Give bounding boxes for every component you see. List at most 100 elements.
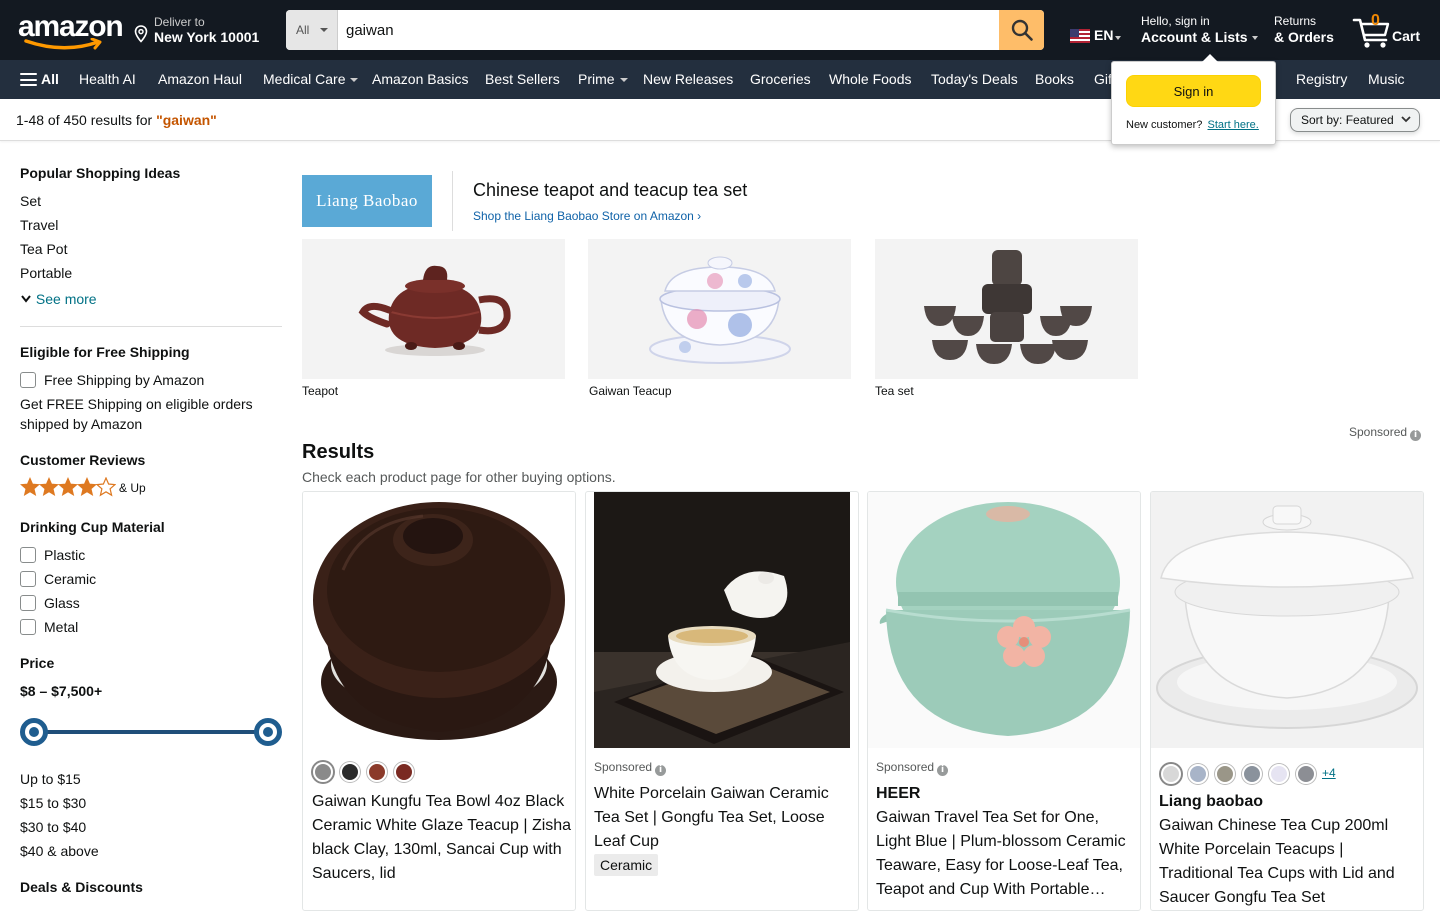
free-shipping-label[interactable]: Free Shipping by Amazon bbox=[44, 372, 204, 388]
nav-gift[interactable]: Gif bbox=[1094, 71, 1112, 87]
teapot-image bbox=[358, 265, 511, 356]
price-bucket-40-up[interactable]: $40 & above bbox=[20, 843, 99, 859]
info-icon[interactable]: i bbox=[1410, 430, 1422, 441]
popular-item-portable[interactable]: Portable bbox=[20, 265, 72, 281]
popular-item-travel[interactable]: Travel bbox=[20, 217, 58, 233]
language-code: EN bbox=[1094, 27, 1114, 43]
color-swatch[interactable] bbox=[340, 762, 360, 782]
price-slider-max-handle[interactable] bbox=[254, 718, 282, 746]
nav-medical-care[interactable]: Medical Care bbox=[263, 71, 359, 87]
color-swatch[interactable] bbox=[1161, 764, 1181, 784]
search-input[interactable] bbox=[338, 10, 998, 50]
info-icon[interactable]: i bbox=[655, 765, 667, 776]
returns-orders[interactable]: Returns & Orders bbox=[1274, 14, 1334, 45]
sponsored-text: Sponsored bbox=[1349, 425, 1408, 439]
color-swatch[interactable] bbox=[313, 762, 333, 782]
color-swatch[interactable] bbox=[1242, 764, 1262, 784]
color-swatch[interactable] bbox=[1188, 764, 1208, 784]
popular-item-tea-pot[interactable]: Tea Pot bbox=[20, 241, 67, 257]
color-swatch[interactable] bbox=[367, 762, 387, 782]
cart-button[interactable]: 0 Cart bbox=[1352, 12, 1432, 52]
price-range-value: $8 – $7,500+ bbox=[20, 683, 103, 699]
search-department-select[interactable]: All bbox=[286, 10, 338, 50]
price-slider-track[interactable] bbox=[34, 730, 268, 734]
nav-music[interactable]: Music bbox=[1368, 71, 1405, 87]
results-subheading: Check each product page for other buying… bbox=[302, 469, 616, 485]
product-card[interactable]: Sponsored i White Porcelain Gaiwan Cerami… bbox=[585, 491, 859, 911]
product-title[interactable]: White Porcelain Gaiwan Ceramic Tea Set |… bbox=[594, 782, 856, 854]
sponsored-label: Sponsored i bbox=[876, 760, 949, 776]
hamburger-menu-icon[interactable] bbox=[20, 73, 37, 86]
sort-dropdown[interactable]: Sort by: Featured bbox=[1290, 108, 1420, 132]
product-tag: Ceramic bbox=[594, 854, 659, 876]
nav-todays-deals[interactable]: Today's Deals bbox=[931, 71, 1018, 87]
material-ceramic-checkbox[interactable] bbox=[20, 571, 36, 587]
product-card[interactable]: Gaiwan Kungfu Tea Bowl 4oz Black Ceramic… bbox=[302, 491, 576, 911]
chevron-down-icon bbox=[350, 78, 359, 83]
color-swatch[interactable] bbox=[1215, 764, 1235, 784]
brand-logo[interactable]: Liang Baobao bbox=[302, 175, 432, 227]
material-glass-checkbox[interactable] bbox=[20, 595, 36, 611]
info-icon[interactable]: i bbox=[937, 765, 949, 776]
account-menu[interactable]: Hello, sign in Account & Lists bbox=[1141, 14, 1258, 45]
price-bucket-up-to-15[interactable]: Up to $15 bbox=[20, 771, 81, 787]
product-title[interactable]: Gaiwan Chinese Tea Cup 200ml White Porce… bbox=[1159, 814, 1421, 910]
material-plastic-checkbox[interactable] bbox=[20, 547, 36, 563]
nav-groceries[interactable]: Groceries bbox=[750, 71, 811, 87]
amazon-logo[interactable]: amazon bbox=[18, 12, 124, 52]
white-gaiwan-image bbox=[594, 492, 850, 748]
material-metal-checkbox[interactable] bbox=[20, 619, 36, 635]
free-shipping-checkbox[interactable] bbox=[20, 372, 36, 388]
product-image[interactable] bbox=[1151, 492, 1423, 748]
brand-tile-teapot[interactable] bbox=[302, 239, 565, 379]
brand-headline[interactable]: Chinese teapot and teacup tea set bbox=[473, 180, 747, 201]
price-bucket-15-30[interactable]: $15 to $30 bbox=[20, 795, 86, 811]
nav-whole-foods[interactable]: Whole Foods bbox=[829, 71, 911, 87]
brand-tile-caption[interactable]: Gaiwan Teacup bbox=[589, 384, 672, 398]
material-glass-label[interactable]: Glass bbox=[44, 595, 80, 611]
four-stars-and-up-filter[interactable]: & Up bbox=[20, 477, 160, 499]
product-title[interactable]: Gaiwan Travel Tea Set for One, Light Blu… bbox=[876, 806, 1138, 902]
color-swatch[interactable] bbox=[1269, 764, 1289, 784]
sign-in-button[interactable]: Sign in bbox=[1126, 75, 1261, 107]
nav-all[interactable]: All bbox=[41, 71, 59, 87]
sign-in-flyout: Sign in New customer? Start here. bbox=[1111, 54, 1276, 145]
product-image[interactable] bbox=[594, 492, 850, 748]
nav-amazon-basics[interactable]: Amazon Basics bbox=[372, 71, 468, 87]
brand-tile-gaiwan-teacup[interactable] bbox=[588, 239, 851, 379]
product-title[interactable]: Gaiwan Kungfu Tea Bowl 4oz Black Ceramic… bbox=[312, 790, 574, 886]
product-image[interactable] bbox=[303, 492, 575, 748]
customer-reviews-heading: Customer Reviews bbox=[20, 452, 146, 468]
product-card[interactable]: Sponsored i HEER Gaiwan Travel Tea Set fo… bbox=[867, 491, 1141, 911]
nav-registry[interactable]: Registry bbox=[1296, 71, 1347, 87]
popular-item-set[interactable]: Set bbox=[20, 193, 41, 209]
nav-best-sellers[interactable]: Best Sellers bbox=[485, 71, 560, 87]
sort-label: Sort by: bbox=[1301, 113, 1343, 127]
price-slider-min-handle[interactable] bbox=[20, 718, 48, 746]
more-colors-link[interactable]: +4 bbox=[1322, 766, 1336, 780]
popular-ideas-heading: Popular Shopping Ideas bbox=[20, 165, 181, 181]
brand-tile-caption[interactable]: Tea set bbox=[875, 384, 914, 398]
product-card[interactable]: +4 Liang baobao Gaiwan Chinese Tea Cup 2… bbox=[1150, 491, 1424, 911]
see-more-link[interactable]: See more bbox=[20, 291, 97, 307]
search-button[interactable] bbox=[999, 10, 1044, 50]
nav-new-releases[interactable]: New Releases bbox=[643, 71, 733, 87]
material-metal-label[interactable]: Metal bbox=[44, 619, 78, 635]
brand-tile-tea-set[interactable] bbox=[875, 239, 1138, 379]
color-swatch[interactable] bbox=[1296, 764, 1316, 784]
returns-label: Returns bbox=[1274, 14, 1317, 28]
nav-amazon-haul[interactable]: Amazon Haul bbox=[158, 71, 242, 87]
product-image[interactable] bbox=[868, 492, 1140, 748]
brand-tile-caption[interactable]: Teapot bbox=[302, 384, 338, 398]
nav-prime[interactable]: Prime bbox=[578, 71, 628, 87]
material-ceramic-label[interactable]: Ceramic bbox=[44, 571, 96, 587]
nav-health-ai[interactable]: Health AI bbox=[79, 71, 136, 87]
material-plastic-label[interactable]: Plastic bbox=[44, 547, 85, 563]
brand-store-link[interactable]: Shop the Liang Baobao Store on Amazon › bbox=[473, 209, 701, 223]
chevron-down-icon bbox=[320, 28, 328, 32]
start-here-link[interactable]: Start here. bbox=[1207, 119, 1258, 131]
color-swatch[interactable] bbox=[394, 762, 414, 782]
price-bucket-30-40[interactable]: $30 to $40 bbox=[20, 819, 86, 835]
sponsored-label: Sponsored i bbox=[1349, 425, 1422, 441]
nav-books[interactable]: Books bbox=[1035, 71, 1074, 87]
